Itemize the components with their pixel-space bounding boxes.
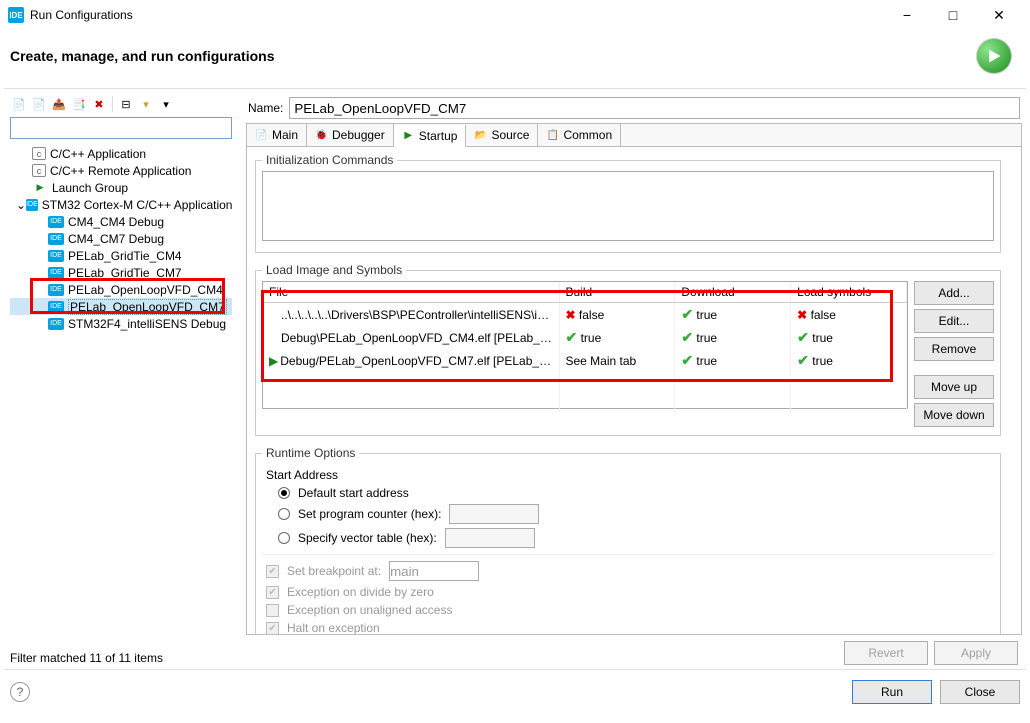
true-icon: ✔ [681,306,693,322]
tree-item[interactable]: IDECM4_CM7 Debug [10,230,232,247]
tree-item-selected[interactable]: IDEPELab_OpenLoopVFD_CM7 [10,298,232,315]
minimize-button[interactable]: − [884,0,930,30]
col-file[interactable]: File [263,282,559,303]
new-config-button[interactable]: 📄 [10,95,28,113]
name-label: Name: [248,101,283,115]
window-title: Run Configurations [30,8,884,22]
tree-item[interactable]: ⌄IDESTM32 Cortex-M C/C++ Application [10,196,232,213]
true-icon: ✔ [681,352,693,368]
breakpoint-input[interactable] [389,561,479,581]
load-image-legend: Load Image and Symbols [262,263,406,277]
runtime-legend: Runtime Options [262,446,359,460]
config-name-input[interactable] [289,97,1020,119]
collapse-button[interactable]: ▾ [137,95,155,113]
tree-item[interactable]: IDEPELab_GridTie_CM4 [10,247,232,264]
pc-hex-input [449,504,539,524]
edit-button[interactable]: Edit... [914,309,994,333]
set-pc-radio[interactable] [278,508,290,520]
tab-common[interactable]: 📋Common [538,124,621,146]
halt-exception-checkbox: ✔ [266,622,279,635]
start-address-label: Start Address [266,468,994,482]
tree-item[interactable]: IDEPELab_GridTie_CM7 [10,264,232,281]
false-icon: ✖ [797,308,807,322]
dialog-footer: ? Run Close [0,670,1030,714]
false-icon: ✖ [566,308,576,322]
close-window-button[interactable]: ✕ [976,0,1022,30]
run-button[interactable]: Run [852,680,932,704]
play-icon: ▶ [269,354,278,368]
tabs: 📄Main 🐞Debugger ▶Startup 📂Source 📋Common [246,123,1022,147]
filter-status: Filter matched 11 of 11 items [10,645,232,665]
init-commands-textarea[interactable] [262,171,994,241]
maximize-button[interactable]: □ [930,0,976,30]
config-tree[interactable]: cC/C++ Application cC/C++ Remote Applica… [10,143,232,645]
set-pc-label: Set program counter (hex): [298,507,441,521]
tree-item[interactable]: cC/C++ Remote Application [10,162,232,179]
set-vt-label: Specify vector table (hex): [298,531,437,545]
col-load-symbols[interactable]: Load symbols [791,282,907,303]
config-toolbar: 📄 📄 📤 📑 ✖ ⊟ ▾ ▾ [10,93,232,117]
tree-item[interactable]: IDESTM32F4_intelliSENS Debug [10,315,232,332]
runtime-options-group: Runtime Options Start Address Default st… [255,446,1001,635]
init-commands-legend: Initialization Commands [262,153,397,167]
exception-unaligned-label: Exception on unaligned access [287,603,452,617]
exception-div-label: Exception on divide by zero [287,585,434,599]
default-start-radio[interactable] [278,487,290,499]
init-commands-group: Initialization Commands [255,153,1001,253]
col-download[interactable]: Download [675,282,791,303]
default-start-label: Default start address [298,486,409,500]
run-large-icon [976,38,1012,74]
set-breakpoint-checkbox: ✔ [266,565,279,578]
dialog-subtitle: Create, manage, and run configurations [10,48,275,64]
move-up-button[interactable]: Move up [914,375,994,399]
col-build[interactable]: Build [559,282,675,303]
tab-startup[interactable]: ▶Startup [394,125,467,147]
vt-hex-input [445,528,535,548]
set-vt-radio[interactable] [278,532,290,544]
ide-icon: IDE [8,7,24,23]
true-icon: ✔ [566,329,578,345]
apply-button: Apply [934,641,1018,665]
delete-button[interactable]: ✖ [90,95,108,113]
set-breakpoint-label: Set breakpoint at: [287,564,381,578]
tab-main[interactable]: 📄Main [247,124,307,146]
tab-source[interactable]: 📂Source [466,124,538,146]
load-image-group: Load Image and Symbols File Build Downlo… [255,263,1001,436]
tree-item[interactable]: ▶Launch Group [10,179,232,196]
exception-div-checkbox: ✔ [266,586,279,599]
revert-button: Revert [844,641,928,665]
true-icon: ✔ [797,329,809,345]
load-image-table[interactable]: File Build Download Load symbols ..\..\.… [262,281,908,409]
exception-unaligned-checkbox [266,604,279,617]
titlebar: IDE Run Configurations − □ ✕ [0,0,1030,30]
tab-content[interactable]: Initialization Commands Load Image and S… [246,147,1022,635]
right-panel: Name: 📄Main 🐞Debugger ▶Startup 📂Source 📋… [238,89,1026,669]
true-icon: ✔ [681,329,693,345]
add-button[interactable]: Add... [914,281,994,305]
remove-button[interactable]: Remove [914,337,994,361]
close-button[interactable]: Close [940,680,1020,704]
table-row[interactable]: ▶Debug/PELab_OpenLoopVFD_CM7.elf [PELab_… [263,349,907,372]
export-button[interactable]: 📤 [50,95,68,113]
expand-button[interactable]: ⊟ [117,95,135,113]
tab-debugger[interactable]: 🐞Debugger [307,124,394,146]
tree-item[interactable]: cC/C++ Application [10,145,232,162]
true-icon: ✔ [797,352,809,368]
halt-exception-label: Halt on exception [287,621,380,635]
filter-menu-button[interactable]: ▾ [157,95,175,113]
left-panel: 📄 📄 📤 📑 ✖ ⊟ ▾ ▾ cC/C++ Application cC/C+… [4,89,238,669]
table-row[interactable]: Debug\PELab_OpenLoopVFD_CM4.elf [PELab_O… [263,326,907,349]
move-down-button[interactable]: Move down [914,403,994,427]
filter-input[interactable] [10,117,232,139]
help-icon[interactable]: ? [10,682,30,702]
new-proto-button[interactable]: 📄 [30,95,48,113]
tree-item[interactable]: IDECM4_CM4 Debug [10,213,232,230]
tree-item[interactable]: IDEPELab_OpenLoopVFD_CM4 [10,281,232,298]
table-row[interactable]: ..\..\..\..\..\Drivers\BSP\PEController\… [263,303,907,327]
duplicate-button[interactable]: 📑 [70,95,88,113]
